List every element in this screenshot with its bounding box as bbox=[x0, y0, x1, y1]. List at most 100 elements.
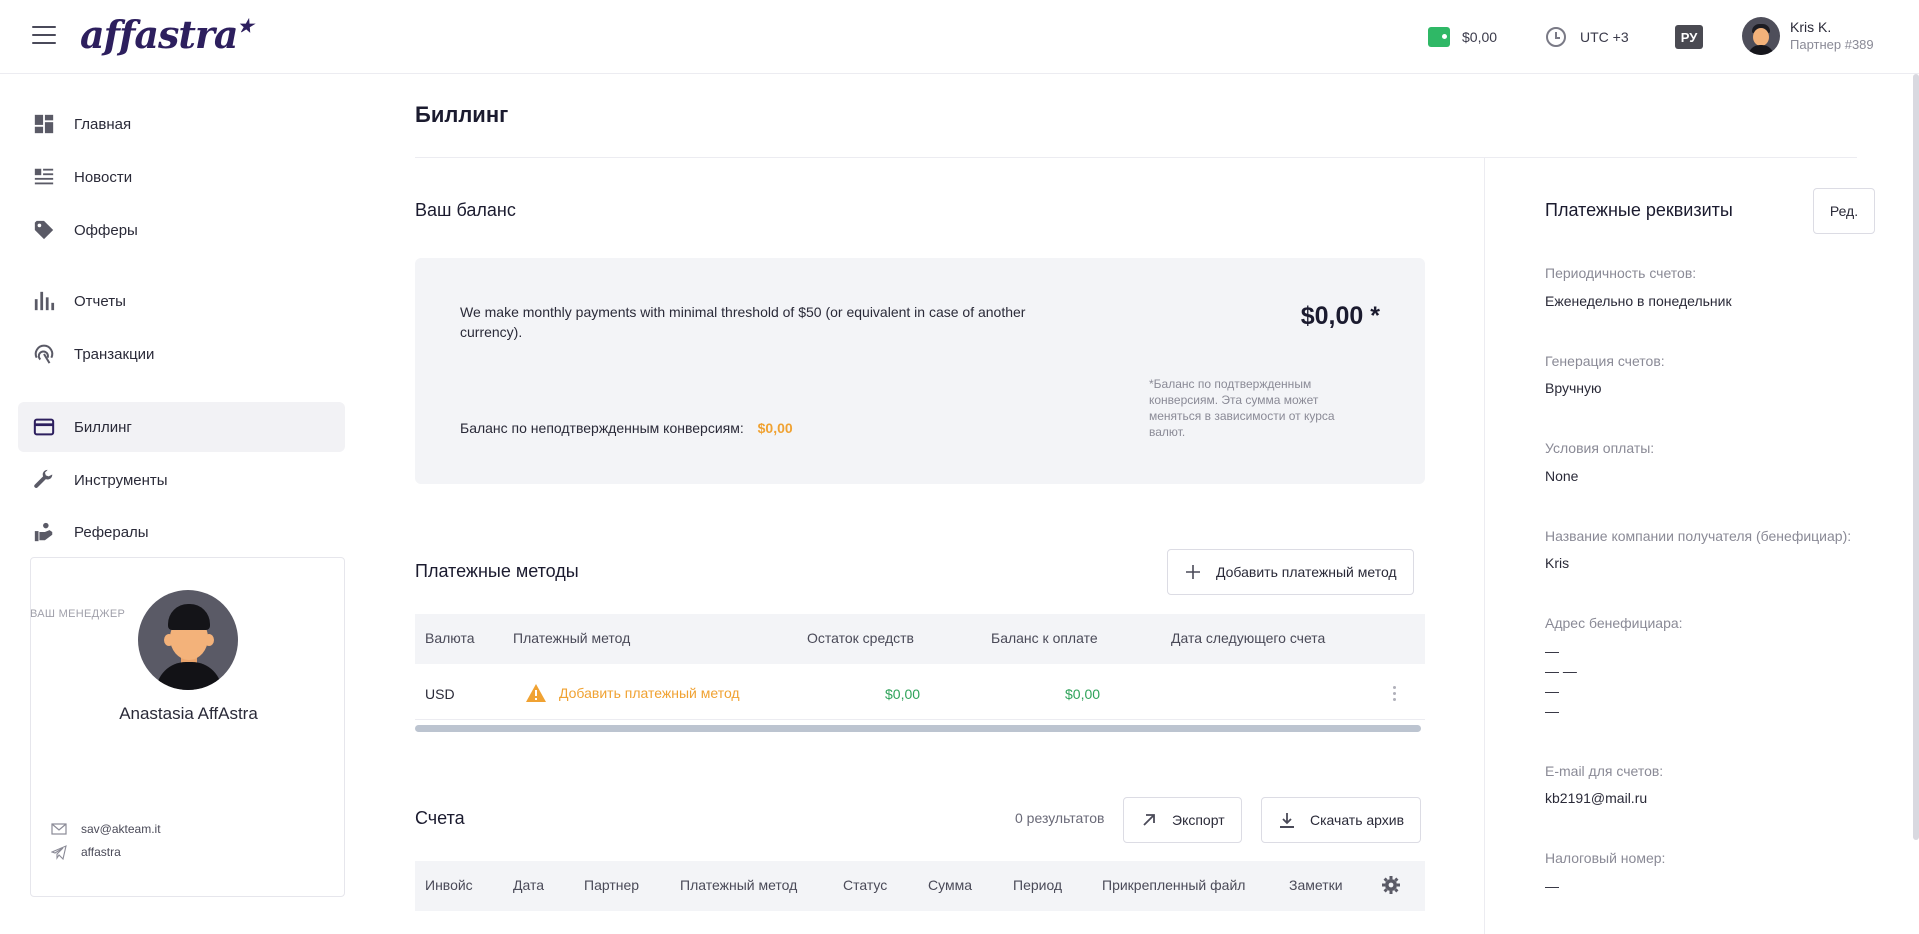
balance-section-title: Ваш баланс bbox=[415, 200, 516, 220]
logo-text: affastra bbox=[80, 12, 239, 57]
top-header: affastra★ $0,00 UTC +3 РУ Kris K. Партне… bbox=[0, 0, 1919, 74]
manager-telegram[interactable]: affastra bbox=[51, 844, 121, 860]
manager-telegram-text: affastra bbox=[81, 845, 121, 859]
column-header[interactable]: Сумма bbox=[928, 877, 972, 893]
divider bbox=[415, 157, 1857, 158]
column-header[interactable]: Период bbox=[1013, 877, 1062, 893]
table-horizontal-scrollbar[interactable] bbox=[415, 725, 1421, 732]
row-currency: USD bbox=[425, 686, 455, 702]
field-value: Еженедельно в понедельник bbox=[1545, 293, 1732, 309]
export-label: Экспорт bbox=[1172, 812, 1225, 828]
sidebar-item-home[interactable]: Главная bbox=[18, 99, 345, 149]
referral-icon bbox=[32, 520, 56, 544]
balance-note: *Баланс по подтвержденным конверсиям. Эт… bbox=[1149, 377, 1335, 439]
user-name: Kris K. bbox=[1790, 19, 1832, 35]
timezone[interactable]: UTC +3 bbox=[1546, 0, 1629, 74]
user-menu[interactable]: Kris K. Партнер #389 bbox=[1742, 17, 1874, 55]
language-switch[interactable]: РУ bbox=[1675, 25, 1703, 49]
unconfirmed-balance-value: $0,00 bbox=[757, 420, 793, 436]
gear-icon[interactable] bbox=[1381, 875, 1401, 898]
logo-star-icon: ★ bbox=[237, 16, 254, 37]
sidebar-item-label: Офферы bbox=[74, 221, 138, 239]
edit-requisites-button[interactable]: Ред. bbox=[1813, 188, 1875, 234]
plus-icon bbox=[1186, 565, 1200, 579]
bar-chart-icon bbox=[32, 289, 56, 313]
add-payment-method-label: Добавить платежный метод bbox=[1216, 564, 1397, 580]
sidebar-item-news[interactable]: Новости bbox=[18, 152, 345, 202]
wallet-balance-value: $0,00 bbox=[1462, 29, 1498, 45]
field-label: Налоговый номер: bbox=[1545, 850, 1666, 866]
payment-methods-table-header: Валюта Платежный метод Остаток средств Б… bbox=[415, 614, 1425, 664]
field-value: — bbox=[1545, 878, 1559, 894]
sidebar-item-label: Новости bbox=[74, 168, 133, 186]
column-header[interactable]: Инвойс bbox=[425, 877, 473, 893]
field-value: Kris bbox=[1545, 555, 1570, 571]
invoices-results-count: 0 результатов bbox=[1015, 810, 1105, 826]
field-value: — — — — — bbox=[1545, 643, 1577, 719]
column-header[interactable]: Статус bbox=[843, 877, 887, 893]
timezone-value: UTC +3 bbox=[1580, 29, 1629, 45]
payment-threshold-info: We make monthly payments with minimal th… bbox=[460, 304, 1026, 340]
sidebar-item-transactions[interactable]: Транзакции bbox=[18, 329, 345, 379]
row-to-pay: $0,00 bbox=[1065, 686, 1101, 702]
column-header[interactable]: Дата следующего счета bbox=[1171, 630, 1325, 646]
user-partner-id: Партнер #389 bbox=[1790, 37, 1874, 52]
column-header[interactable]: Прикрепленный файл bbox=[1102, 877, 1245, 893]
export-button[interactable]: Экспорт bbox=[1123, 797, 1242, 843]
field-value: kb2191@mail.ru bbox=[1545, 790, 1648, 806]
wrench-icon bbox=[32, 468, 56, 492]
field-label: Генерация счетов: bbox=[1545, 353, 1665, 369]
invoices-table-header: Инвойс Дата Партнер Платежный метод Стат… bbox=[415, 861, 1425, 911]
manager-email[interactable]: sav@akteam.it bbox=[51, 821, 161, 837]
row-method: Добавить платежный метод bbox=[559, 685, 740, 701]
credit-card-icon bbox=[32, 415, 56, 439]
clock-icon bbox=[1546, 27, 1566, 47]
logo[interactable]: affastra★ bbox=[80, 12, 254, 57]
column-header[interactable]: Валюта bbox=[425, 630, 475, 646]
unconfirmed-balance-label: Баланс по неподтвержденным конверсиям: bbox=[460, 420, 744, 436]
add-payment-method-button[interactable]: Добавить платежный метод bbox=[1167, 549, 1414, 595]
add-payment-method-link[interactable]: Добавить платежный метод bbox=[525, 682, 740, 704]
sidebar-item-label: Отчеты bbox=[74, 292, 126, 310]
fingerprint-icon bbox=[32, 342, 56, 366]
arrow-up-right-icon bbox=[1143, 814, 1155, 826]
manager-email-text: sav@akteam.it bbox=[81, 822, 161, 836]
sidebar-item-label: Транзакции bbox=[74, 345, 155, 363]
sidebar-item-label: Биллинг bbox=[74, 418, 132, 436]
sidebar-item-tools[interactable]: Инструменты bbox=[18, 455, 345, 505]
menu-icon[interactable] bbox=[32, 26, 56, 46]
column-header[interactable]: Платежный метод bbox=[680, 877, 797, 893]
sidebar-item-reports[interactable]: Отчеты bbox=[18, 276, 345, 326]
wallet-balance[interactable]: $0,00 bbox=[1428, 0, 1497, 74]
sidebar-item-label: Главная bbox=[74, 115, 132, 133]
tag-icon bbox=[32, 218, 56, 242]
column-header[interactable]: Платежный метод bbox=[513, 630, 630, 646]
payment-methods-title: Платежные методы bbox=[415, 561, 579, 581]
requisites-title: Платежные реквизиты bbox=[1545, 200, 1733, 220]
page-title: Биллинг bbox=[415, 102, 509, 127]
page-scrollbar[interactable] bbox=[1913, 74, 1919, 840]
field-value: None bbox=[1545, 468, 1579, 484]
row-actions-icon[interactable] bbox=[1393, 686, 1399, 704]
sidebar-item-label: Рефералы bbox=[74, 523, 149, 541]
column-header[interactable]: Баланс к оплате bbox=[991, 630, 1098, 646]
column-header[interactable]: Заметки bbox=[1289, 877, 1343, 893]
column-header[interactable]: Остаток средств bbox=[807, 630, 914, 646]
wallet-icon bbox=[1428, 27, 1450, 47]
field-label: Название компании получателя (бенефициар… bbox=[1545, 528, 1852, 544]
download-archive-button[interactable]: Скачать архив bbox=[1261, 797, 1422, 843]
dashboard-icon bbox=[32, 112, 56, 136]
column-header[interactable]: Дата bbox=[513, 877, 544, 893]
sidebar-item-billing[interactable]: Биллинг bbox=[18, 402, 345, 452]
manager-card: Anastasia AffAstra sav@akteam.it affastr… bbox=[30, 557, 345, 897]
unconfirmed-balance: Баланс по неподтвержденным конверсиям: $… bbox=[460, 420, 793, 436]
sidebar-item-offers[interactable]: Офферы bbox=[18, 205, 345, 255]
invoices-title: Счета bbox=[415, 808, 465, 828]
manager-name: Anastasia AffAstra bbox=[119, 704, 258, 723]
column-header[interactable]: Партнер bbox=[584, 877, 639, 893]
news-icon bbox=[32, 165, 56, 189]
row-remaining: $0,00 bbox=[885, 686, 921, 702]
download-icon bbox=[1280, 813, 1294, 828]
manager-avatar bbox=[138, 590, 238, 690]
sidebar-item-referrals[interactable]: Рефералы bbox=[18, 507, 345, 557]
